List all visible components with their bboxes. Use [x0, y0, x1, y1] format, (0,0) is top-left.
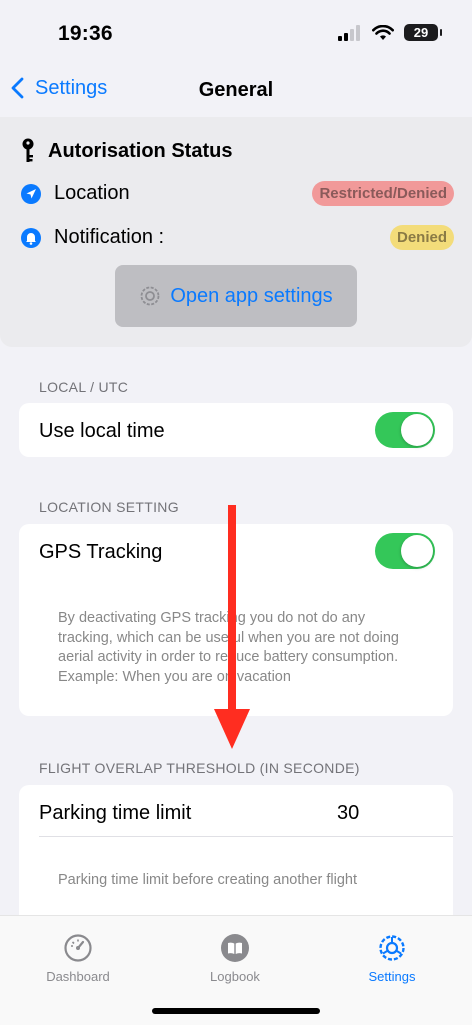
toggle-knob: [401, 414, 433, 446]
battery-indicator: 29: [404, 24, 442, 41]
tab-label-settings: Settings: [368, 969, 416, 984]
location-status-badge: Restricted/Denied: [312, 181, 454, 206]
use-local-time-label: Use local time: [39, 420, 165, 442]
tab-settings[interactable]: Settings: [332, 933, 452, 984]
local-time-card: Use local time: [19, 403, 453, 457]
open-app-settings-button[interactable]: Open app settings: [115, 265, 357, 327]
row-divider: [39, 836, 453, 837]
location-setting-header: LOCATION SETTING: [39, 499, 179, 515]
speedometer-icon: [64, 934, 92, 962]
gear-icon: [379, 935, 405, 961]
key-icon: [22, 138, 34, 162]
page-title: General: [198, 79, 274, 101]
local-utc-header: LOCAL / UTC: [39, 379, 129, 395]
parking-time-limit-description: Parking time limit before creating anoth…: [58, 872, 358, 888]
location-row: Location Restricted/Denied: [20, 181, 454, 206]
gps-tracking-label: GPS Tracking: [39, 541, 163, 563]
status-time: 19:36: [58, 22, 113, 45]
notification-row: Notification : Denied: [20, 225, 454, 250]
wifi-icon: [372, 24, 394, 40]
location-arrow-icon: [21, 183, 41, 204]
notification-label: Notification :: [54, 226, 165, 248]
annotation-arrow-icon: [214, 505, 250, 749]
authorisation-title: Autorisation Status: [48, 139, 233, 162]
cellular-signal-icon: [338, 24, 360, 41]
parking-time-limit-label: Parking time limit: [39, 802, 192, 824]
tab-label-logbook: Logbook: [210, 969, 260, 984]
tab-dashboard[interactable]: Dashboard: [18, 933, 138, 984]
gear-icon: [140, 286, 160, 306]
home-indicator: [152, 1008, 320, 1014]
book-icon: [221, 934, 249, 962]
tab-logbook[interactable]: Logbook: [175, 933, 295, 984]
bell-icon: [21, 227, 41, 248]
parking-time-limit-value[interactable]: 30: [337, 802, 359, 825]
gps-tracking-toggle[interactable]: [375, 533, 435, 569]
notification-status-badge: Denied: [389, 225, 454, 250]
open-app-settings-label: Open app settings: [170, 284, 333, 307]
status-icons: 29: [338, 24, 442, 41]
location-label: Location: [54, 182, 130, 204]
authorisation-title-row: Autorisation Status: [20, 138, 232, 164]
toggle-knob: [401, 535, 433, 567]
battery-level: 29: [413, 25, 429, 40]
flight-overlap-card: Parking time limit 30 Parking time limit…: [19, 785, 453, 925]
use-local-time-toggle[interactable]: [375, 412, 435, 448]
tab-label-dashboard: Dashboard: [46, 969, 110, 984]
flight-overlap-header: FLIGHT OVERLAP THRESHOLD (IN SECONDE): [39, 760, 360, 776]
